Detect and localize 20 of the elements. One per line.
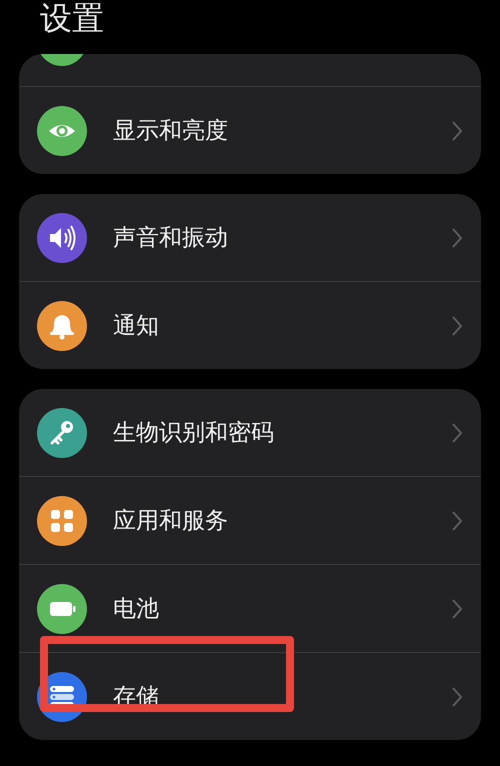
settings-item[interactable]: 电池 xyxy=(19,564,481,652)
chevron-icon xyxy=(451,120,463,142)
settings-item[interactable]: 应用和服务 xyxy=(19,476,481,564)
chevron-icon xyxy=(451,686,463,708)
settings-item[interactable]: 显示和亮度 xyxy=(19,86,481,174)
item-label: 应用和服务 xyxy=(113,507,229,536)
page-title: 设置 xyxy=(40,0,105,38)
chevron-icon xyxy=(451,226,463,248)
item-label: 显示和亮度 xyxy=(113,117,229,146)
settings-item[interactable]: 生物识别和密码 xyxy=(19,389,481,476)
chevron-icon xyxy=(451,598,463,620)
chevron-icon xyxy=(451,422,463,444)
item-label: 通知 xyxy=(113,312,160,341)
item-label: 声音和振动 xyxy=(113,224,229,253)
chevron-icon xyxy=(451,510,463,532)
chevron-icon xyxy=(451,314,463,336)
item-label: 电池 xyxy=(113,595,160,624)
settings-item[interactable]: 声音和振动 xyxy=(19,194,481,281)
settings-item[interactable]: 通知 xyxy=(19,281,481,369)
item-label: 生物识别和密码 xyxy=(113,419,275,448)
